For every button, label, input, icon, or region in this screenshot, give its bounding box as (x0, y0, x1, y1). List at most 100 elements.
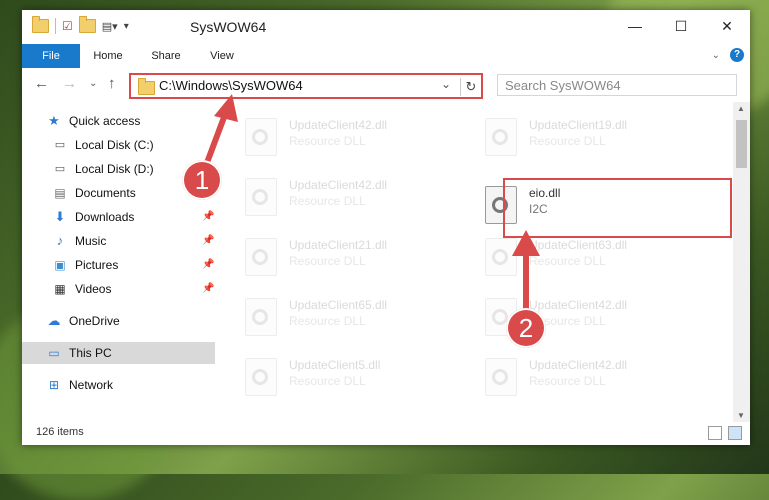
tab-share[interactable]: Share (146, 44, 186, 68)
item-count: 126 items (36, 426, 84, 438)
nav-item-videos[interactable]: ▦ Videos (52, 278, 111, 300)
music-icon: ♪ (56, 233, 64, 248)
file-description: Resource DLL (289, 194, 366, 208)
help-icon[interactable]: ? (730, 48, 744, 62)
nav-item-network[interactable]: ⊞ Network (46, 374, 113, 396)
view-switcher (708, 426, 742, 440)
search-input[interactable]: Search SysWOW64 (497, 74, 737, 96)
file-list: UpdateClient42.dll Resource DLL UpdateCl… (217, 106, 735, 418)
tab-view[interactable]: View (202, 44, 242, 68)
nav-item-label: Network (69, 378, 114, 392)
customize-toolbar-icon[interactable]: ▤▾ (102, 20, 118, 33)
file-name: UpdateClient21.dll (289, 238, 388, 252)
properties-icon[interactable]: ☑ (62, 19, 73, 33)
pictures-icon: ▣ (54, 258, 66, 272)
expand-ribbon-icon[interactable]: ⌄ (712, 50, 720, 61)
maximize-button[interactable]: ☐ (658, 10, 704, 42)
scrollbar-thumb[interactable] (736, 120, 747, 168)
recent-locations-icon[interactable]: ⌄ (89, 78, 97, 89)
nav-item-label: Pictures (75, 258, 119, 272)
folder-icon[interactable] (32, 16, 49, 33)
back-arrow-icon[interactable]: ← (34, 75, 49, 92)
file-description: Resource DLL (529, 134, 606, 148)
dll-file-icon (485, 238, 517, 276)
nav-item-label: Local Disk (C:) (75, 138, 154, 152)
pin-icon[interactable]: 📌 (202, 259, 214, 270)
address-path[interactable]: C:\Windows\SysWOW64 (159, 78, 303, 93)
file-description: Resource DLL (289, 314, 366, 328)
dll-file-icon (245, 298, 277, 336)
download-icon: ⬇ (54, 209, 66, 224)
nav-item-pictures[interactable]: ▣ Pictures (52, 254, 118, 276)
videos-icon: ▦ (54, 282, 66, 296)
list-item[interactable]: UpdateClient42.dll Resource DLL (479, 352, 699, 398)
network-icon: ⊞ (48, 378, 60, 392)
vertical-scrollbar[interactable]: ▲ ▼ (733, 102, 750, 422)
new-folder-icon[interactable] (78, 16, 96, 33)
dll-file-icon (245, 118, 277, 156)
file-name: UpdateClient19.dll (529, 118, 628, 132)
quick-access-toolbar: ☑ ▤▾ ▾ (32, 16, 129, 34)
scroll-down-icon[interactable]: ▼ (737, 411, 745, 420)
callout-badge-1: 1 (182, 160, 222, 200)
up-arrow-icon[interactable]: ↑ (108, 75, 116, 92)
pin-icon[interactable]: 📌 (202, 211, 214, 222)
file-name: UpdateClient63.dll (529, 238, 628, 252)
file-name: UpdateClient42.dll (529, 358, 628, 372)
details-view-icon[interactable] (708, 426, 722, 440)
nav-item-label: Videos (75, 282, 112, 296)
forward-arrow-icon[interactable]: → (62, 75, 77, 92)
file-name: UpdateClient5.dll (289, 358, 381, 372)
chevron-down-icon[interactable]: ⌄ (441, 77, 451, 91)
address-bar[interactable]: C:\Windows\SysWOW64 ⌄ ↻ (129, 73, 483, 99)
file-highlight-box (503, 178, 732, 238)
nav-item-label: Downloads (75, 210, 135, 224)
dll-file-icon (245, 358, 277, 396)
list-item[interactable]: UpdateClient42.dll Resource DLL (239, 172, 459, 218)
nav-item-label: Documents (75, 186, 136, 200)
nav-item-onedrive[interactable]: ☁ OneDrive (46, 310, 120, 332)
list-item[interactable]: UpdateClient5.dll Resource DLL (239, 352, 459, 398)
explorer-window: ☑ ▤▾ ▾ SysWOW64 — ☐ ✕ File Home Share Vi… (22, 10, 750, 445)
large-icons-view-icon[interactable] (728, 426, 742, 440)
toolbar-expand-icon[interactable]: ▾ (124, 21, 129, 32)
file-description: Resource DLL (289, 134, 366, 148)
list-item[interactable]: UpdateClient19.dll Resource DLL (479, 112, 699, 158)
scroll-up-icon[interactable]: ▲ (737, 104, 745, 113)
dll-file-icon (245, 178, 277, 216)
cloud-icon: ☁ (47, 313, 61, 328)
window-controls: — ☐ ✕ (612, 10, 750, 42)
nav-item-label: Music (75, 234, 107, 248)
file-description: Resource DLL (289, 374, 366, 388)
file-name: UpdateClient42.dll (289, 118, 388, 132)
documents-icon: ▤ (54, 186, 66, 200)
file-description: Resource DLL (289, 254, 366, 268)
refresh-icon[interactable]: ↻ (460, 78, 481, 96)
nav-item-quick-access[interactable]: ★ Quick access (46, 110, 140, 132)
nav-item-label: Quick access (69, 114, 141, 128)
list-item[interactable]: UpdateClient21.dll Resource DLL (239, 232, 459, 278)
nav-item-documents[interactable]: ▤ Documents (52, 182, 136, 204)
pin-icon[interactable]: 📌 (202, 235, 214, 246)
pin-icon[interactable]: 📌 (202, 283, 214, 294)
dll-file-icon (485, 118, 517, 156)
nav-item-local-disk-d[interactable]: ▭ Local Disk (D:) (52, 158, 154, 180)
window-title: SysWOW64 (190, 19, 267, 35)
minimize-button[interactable]: — (612, 10, 658, 42)
file-name: UpdateClient65.dll (289, 298, 388, 312)
ribbon-tabs: File Home Share View ⌄ ? (22, 44, 750, 69)
nav-item-downloads[interactable]: ⬇ Downloads (52, 206, 135, 228)
nav-item-this-pc[interactable]: ▭ This PC (22, 342, 215, 364)
nav-item-local-disk-c[interactable]: ▭ Local Disk (C:) (52, 134, 154, 156)
tab-file[interactable]: File (22, 44, 80, 68)
nav-item-music[interactable]: ♪ Music (52, 230, 107, 252)
tab-home[interactable]: Home (88, 44, 128, 68)
list-item[interactable]: UpdateClient63.dll Resource DLL (479, 232, 699, 278)
close-button[interactable]: ✕ (704, 10, 750, 42)
drive-icon: ▭ (54, 163, 66, 175)
title-bar: ☑ ▤▾ ▾ SysWOW64 — ☐ ✕ (22, 10, 750, 44)
file-description: Resource DLL (529, 254, 606, 268)
toolbar-divider (55, 18, 56, 34)
list-item[interactable]: UpdateClient42.dll Resource DLL (239, 112, 459, 158)
list-item[interactable]: UpdateClient65.dll Resource DLL (239, 292, 459, 338)
